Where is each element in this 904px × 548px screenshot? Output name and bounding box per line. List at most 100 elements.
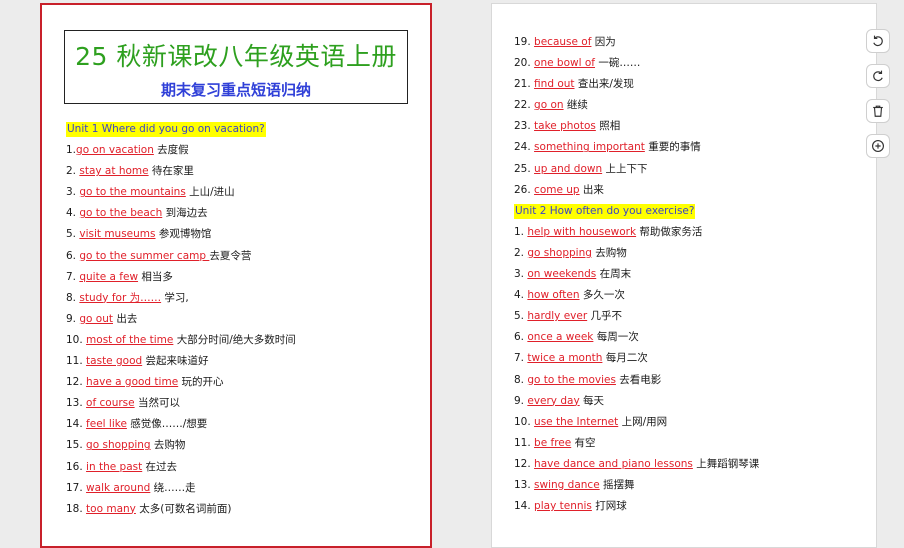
phrase-item: 14. feel like 感觉像……/想要 — [66, 414, 296, 435]
phrase-number: 6. — [66, 249, 80, 262]
phrase-item: 8. study for 为…… 学习, — [66, 288, 296, 309]
page-toolbar — [866, 29, 892, 169]
phrase-english: once a week — [527, 331, 594, 344]
phrase-english: go on — [534, 99, 564, 112]
phrase-english: one bowl of — [534, 57, 595, 70]
phrase-number: 14. — [514, 500, 535, 513]
phrase-chinese: 打网球 — [591, 500, 627, 513]
page-subtitle: 期末复习重点短语归纳 — [160, 81, 311, 99]
phrase-number: 1. — [66, 144, 77, 157]
phrase-english: play tennis — [534, 500, 592, 513]
phrase-number: 5. — [66, 228, 80, 241]
add-button[interactable] — [866, 134, 890, 158]
phrase-number: 2. — [66, 165, 80, 178]
phrase-english: stay at home — [79, 165, 149, 178]
phrase-item: 5. hardly ever 几乎不 — [514, 306, 759, 327]
phrase-item: 13. swing dance 摇摆舞 — [514, 475, 759, 496]
phrase-item: 12. have dance and piano lessons 上舞蹈钢琴课 — [514, 454, 759, 475]
phrase-item: 1.go on vacation 去度假 — [66, 140, 296, 161]
phrase-chinese: 每月二次 — [602, 352, 648, 365]
phrase-chinese: 太多(可数名词前面) — [135, 502, 232, 515]
phrase-item: 4. go to the beach 到海边去 — [66, 203, 296, 224]
phrase-number: 19. — [514, 36, 535, 48]
phrase-number: 22. — [514, 99, 535, 112]
phrase-list-1: Unit 1 Where did you go on vacation? 1.go… — [66, 119, 296, 520]
phrase-english: be free — [534, 436, 572, 449]
phrase-chinese: 多久一次 — [579, 289, 625, 302]
phrase-number: 3. — [514, 268, 528, 281]
phrase-item: 2. go shopping 去购物 — [514, 243, 759, 264]
phrase-chinese: 感觉像……/想要 — [126, 418, 208, 431]
phrase-number: 21. — [514, 78, 535, 91]
phrase-chinese: 去度假 — [153, 144, 189, 157]
phrase-number: 13. — [66, 397, 87, 410]
phrase-item: 20. one bowl of 一碗…… — [514, 53, 759, 74]
phrase-number: 1. — [514, 225, 528, 238]
phrase-english: in the past — [86, 460, 143, 473]
phrase-chinese: 去看电影 — [615, 373, 662, 386]
phrase-english: hardly ever — [527, 310, 588, 323]
phrase-number: 15. — [66, 439, 87, 452]
phrase-item: 3. on weekends 在周末 — [514, 264, 759, 285]
phrase-number: 25. — [514, 162, 535, 175]
phrase-english: come up — [534, 183, 580, 196]
phrase-chinese: 在周末 — [596, 268, 632, 281]
phrase-number: 6. — [514, 331, 528, 344]
phrase-chinese: 出去 — [112, 312, 138, 325]
phrase-english: twice a month — [527, 352, 603, 365]
phrase-list-2: 19. because of 因为 20. one bowl of 一碗…… 21.… — [514, 32, 759, 517]
plus-circle-icon — [872, 140, 884, 152]
phrase-chinese: 照相 — [595, 120, 621, 133]
phrase-english: go shopping — [527, 246, 592, 259]
phrase-number: 26. — [514, 183, 535, 196]
phrase-chinese: 去购物 — [591, 246, 627, 259]
rotate-left-button[interactable] — [866, 29, 890, 53]
phrase-english: go on vacation — [76, 144, 154, 157]
phrase-english: taste good — [86, 355, 143, 368]
phrase-chinese: 上上下下 — [602, 162, 648, 175]
phrase-chinese: 去夏令营 — [209, 249, 252, 262]
phrase-english: help with housework — [527, 225, 637, 238]
phrase-chinese: 一碗…… — [594, 57, 641, 70]
phrase-item: 9. every day 每天 — [514, 391, 759, 412]
delete-button[interactable] — [866, 99, 890, 123]
phrase-item: 16. in the past 在过去 — [66, 457, 296, 478]
phrase-english: too many — [86, 502, 136, 515]
phrase-english: go to the movies — [527, 373, 616, 386]
phrase-english: because of — [534, 36, 592, 48]
phrase-item: 4. how often 多久一次 — [514, 285, 759, 306]
phrase-number: 11. — [66, 355, 87, 368]
phrase-item: 23. take photos 照相 — [514, 116, 759, 137]
phrase-item: 5. visit museums 参观博物馆 — [66, 224, 296, 245]
phrase-chinese: 在过去 — [142, 460, 178, 473]
rotate-right-button[interactable] — [866, 64, 890, 88]
phrase-item: 3. go to the mountains 上山/进山 — [66, 182, 296, 203]
phrase-english: of course — [86, 397, 135, 410]
phrase-number: 16. — [66, 460, 87, 473]
document-page-2: 19. because of 因为 20. one bowl of 一碗…… 21.… — [491, 3, 877, 548]
phrase-chinese: 几乎不 — [587, 310, 623, 323]
phrase-number: 13. — [514, 478, 535, 491]
phrase-english: find out — [534, 78, 575, 91]
phrase-number: 3. — [66, 186, 80, 199]
phrase-chinese: 上网/用网 — [618, 415, 668, 428]
phrase-number: 5. — [514, 310, 528, 323]
phrase-item: 19. because of 因为 — [514, 32, 759, 53]
phrase-chinese: 到海边去 — [162, 207, 208, 220]
phrase-chinese: 每周一次 — [593, 331, 639, 344]
phrase-item: 8. go to the movies 去看电影 — [514, 370, 759, 391]
phrase-english: go shopping — [86, 439, 151, 452]
phrase-number: 12. — [66, 376, 87, 389]
phrase-number: 4. — [66, 207, 80, 220]
rotate-right-icon — [873, 70, 883, 82]
phrase-item: 13. of course 当然可以 — [66, 393, 296, 414]
phrase-english: go out — [79, 312, 113, 325]
phrase-chinese: 大部分时间/绝大多数时间 — [173, 333, 296, 346]
phrase-item: 11. taste good 尝起来味道好 — [66, 351, 296, 372]
phrase-chinese: 继续 — [563, 99, 588, 112]
phrase-item: 7. quite a few 相当多 — [66, 267, 296, 288]
phrase-item: 2. stay at home 待在家里 — [66, 161, 296, 182]
phrase-number: 24. — [514, 141, 535, 154]
phrase-english: have dance and piano lessons — [534, 457, 693, 470]
phrase-chinese: 因为 — [591, 36, 616, 48]
